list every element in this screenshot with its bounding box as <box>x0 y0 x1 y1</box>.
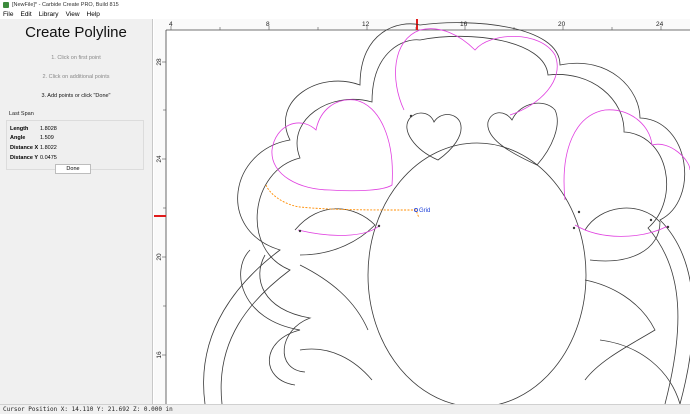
ruler-y-label: 20 <box>156 253 163 261</box>
tool-panel: Create Polyline 1. Click on first point … <box>0 19 153 404</box>
menu-file[interactable]: File <box>3 11 13 18</box>
outer-outline-left <box>203 23 421 405</box>
ruler-x-label: 16 <box>460 21 468 28</box>
menu-bar: File Edit Library View Help <box>0 9 690 19</box>
ruler-x-label: 24 <box>656 21 664 28</box>
toolpath-left-heart <box>271 99 393 192</box>
lower-left-lobe <box>240 249 301 386</box>
design-canvas[interactable]: 4 8 12 16 20 24 28 24 20 16 Grid <box>154 19 690 408</box>
instruction-step-2: 2. Click on additional points <box>42 74 110 80</box>
span-value: 1.509 <box>40 135 54 142</box>
left-curve-bottom <box>299 348 373 381</box>
span-label: Angle <box>10 135 26 142</box>
ruler-x-label: 8 <box>266 21 270 28</box>
span-value: 0.0475 <box>40 154 57 161</box>
canvas-svg[interactable]: 4 8 12 16 20 24 28 24 20 16 Grid <box>154 19 690 408</box>
menu-help[interactable]: Help <box>87 11 100 18</box>
center-ellipse <box>367 142 587 408</box>
right-curve-lower <box>584 279 656 381</box>
snap-label: Grid <box>419 208 430 214</box>
cursor-marker-y <box>154 215 166 217</box>
ruler-y-label: 24 <box>156 155 163 163</box>
ruler-x-label: 12 <box>362 21 370 28</box>
middle-outline-right <box>419 35 679 405</box>
left-ruler <box>154 19 166 404</box>
right-curve-bottom <box>599 339 681 405</box>
toolpath-left-base <box>297 224 381 236</box>
title-bar: [NewFile]* - Carbide Create PRO, Build 8… <box>0 0 690 9</box>
span-value: 1.8022 <box>40 144 57 151</box>
span-value: 1.8028 <box>40 125 57 132</box>
span-row-distance-y: Distance Y 0.0475 <box>10 153 140 163</box>
polyline-preview <box>265 184 420 219</box>
span-row-distance-x: Distance X 1.8022 <box>10 143 140 153</box>
span-label: Distance Y <box>10 154 39 161</box>
cursor-position: Cursor Position X: 14.110 Y: 21.692 Z: 0… <box>3 406 173 413</box>
toolpath-right-heart <box>563 109 690 201</box>
ruler-y-label: 28 <box>156 58 163 66</box>
ruler-y-label: 16 <box>156 351 163 359</box>
ruler-x-label: 4 <box>169 21 173 28</box>
instruction-step-1: 1. Click on first point <box>51 55 101 61</box>
menu-library[interactable]: Library <box>39 11 59 18</box>
ruler-x-label: 20 <box>558 21 566 28</box>
last-span-group: Length 1.8028 Angle 1.509 Distance X 1.8… <box>6 120 144 170</box>
left-curve-lower <box>299 264 369 331</box>
window-title: [NewFile]* - Carbide Create PRO, Build 8… <box>12 1 119 8</box>
span-label: Length <box>10 125 29 132</box>
menu-view[interactable]: View <box>66 11 80 18</box>
last-span-title: Last Span <box>9 111 34 117</box>
design-outlines <box>203 22 690 408</box>
lower-left-lobe-inner <box>259 254 312 373</box>
app-icon <box>3 1 9 8</box>
small-heart-left <box>406 112 462 161</box>
right-heart-bottom <box>584 207 661 262</box>
node-markers <box>298 114 670 233</box>
small-heart-right <box>487 102 558 166</box>
panel-heading: Create Polyline <box>25 24 127 41</box>
span-row-length: Length 1.8028 <box>10 124 140 134</box>
toolpath-top-heart <box>395 28 558 116</box>
instruction-step-3: 3. Add points or click "Done" <box>41 93 111 99</box>
status-bar: Cursor Position X: 14.110 Y: 21.692 Z: 0… <box>0 404 690 414</box>
done-button[interactable]: Done <box>55 164 91 174</box>
span-row-angle: Angle 1.509 <box>10 134 140 144</box>
toolpath-right-base <box>574 224 669 237</box>
span-label: Distance X <box>10 144 39 151</box>
menu-edit[interactable]: Edit <box>20 11 31 18</box>
